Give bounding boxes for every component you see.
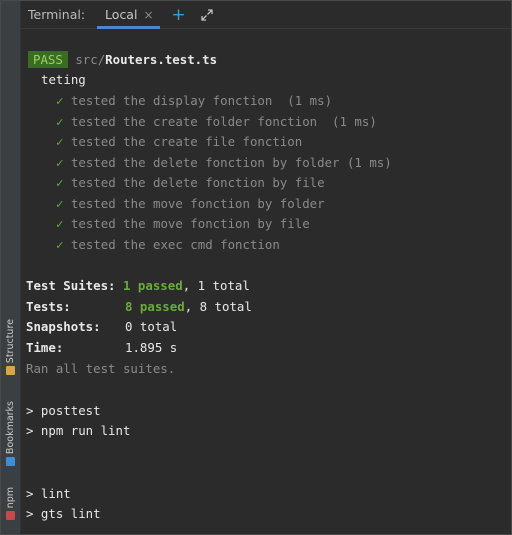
tests-passed: 8 passed <box>125 299 185 314</box>
summary-snapshots: Snapshots: 0 total <box>26 318 177 335</box>
npm-tab[interactable]: npm <box>2 487 19 521</box>
terminal-tab-bar: Terminal: Local × + <box>20 1 511 29</box>
check-icon: ✓ <box>56 155 64 170</box>
new-tab-icon[interactable]: + <box>170 6 188 24</box>
npm-icon <box>6 511 15 521</box>
suites-label: Test Suites: <box>26 278 116 293</box>
suites-passed: 1 passed <box>123 278 183 293</box>
summary-suites: Test Suites: 1 passed, 1 total <box>26 277 250 294</box>
structure-icon <box>6 366 15 376</box>
test-name: tested the move fonction by file <box>70 216 310 231</box>
command-line: > gts lint <box>26 506 101 521</box>
terminal-window: Structure Bookmarks npm Terminal: Local … <box>0 0 512 535</box>
test-name: tested the exec cmd fonction <box>70 237 280 252</box>
summary-tests: Tests: 8 passed, 8 total <box>26 298 252 315</box>
tab-local-label: Local <box>105 7 138 22</box>
check-icon: ✓ <box>56 216 64 231</box>
command-line: > posttest <box>26 403 101 418</box>
ran-all-text: Ran all test suites. <box>26 361 176 376</box>
tests-label: Tests: <box>26 299 71 314</box>
command-line: > npm run lint <box>26 423 131 438</box>
structure-tab[interactable]: Structure <box>2 319 19 376</box>
close-icon[interactable]: × <box>143 8 153 22</box>
test-name: tested the move fonction by folder <box>70 196 325 211</box>
test-name: tested the delete fonction by folder (1 … <box>70 155 392 170</box>
summary-time: Time: 1.895 s <box>26 339 177 356</box>
check-icon: ✓ <box>56 93 64 108</box>
suite-name: teting <box>41 72 86 87</box>
terminal-title: Terminal: <box>28 7 86 22</box>
bookmarks-tab-label: Bookmarks <box>5 401 16 455</box>
test-result-line: ✓ tested the delete fonction by folder (… <box>56 154 392 171</box>
test-file-line: PASS src/Routers.test.ts <box>26 51 217 68</box>
test-result-line: ✓ tested the exec cmd fonction <box>56 236 280 253</box>
tests-total: , 8 total <box>184 299 252 314</box>
snapshots-value: 0 total <box>125 319 178 334</box>
test-name: tested the delete fonction by file <box>70 175 325 190</box>
test-result-line: ✓ tested the delete fonction by file <box>56 174 325 191</box>
check-icon: ✓ <box>56 134 64 149</box>
suites-total: , 1 total <box>182 278 250 293</box>
structure-tab-label: Structure <box>5 319 16 364</box>
check-icon: ✓ <box>56 175 64 190</box>
command-line: > lint <box>26 486 71 501</box>
file-path-prefix: src/ <box>75 52 106 67</box>
pass-badge: PASS <box>28 51 68 68</box>
test-result-line: ✓ tested the move fonction by folder <box>56 195 325 212</box>
test-name: tested the display fonction (1 ms) <box>70 93 333 108</box>
test-file-name: Routers.test.ts <box>105 52 218 67</box>
check-icon: ✓ <box>56 196 64 211</box>
test-result-line: ✓ tested the display fonction (1 ms) <box>56 92 332 109</box>
terminal-output[interactable]: PASS src/Routers.test.ts teting ✓ tested… <box>26 47 507 521</box>
bookmark-icon <box>6 457 15 467</box>
tab-local[interactable]: Local × <box>97 1 160 29</box>
expand-icon[interactable] <box>198 6 216 24</box>
test-result-line: ✓ tested the move fonction by file <box>56 215 310 232</box>
test-result-line: ✓ tested the create folder fonction (1 m… <box>56 113 377 130</box>
test-name: tested the create folder fonction (1 ms) <box>70 114 377 129</box>
test-name: tested the create file fonction <box>70 134 303 149</box>
check-icon: ✓ <box>56 237 64 252</box>
bookmarks-tab[interactable]: Bookmarks <box>2 401 19 467</box>
time-value: 1.895 s <box>125 340 178 355</box>
snapshots-label: Snapshots: <box>26 319 101 334</box>
npm-tab-label: npm <box>5 487 16 509</box>
check-icon: ✓ <box>56 114 64 129</box>
time-label: Time: <box>26 340 64 355</box>
tool-window-strip: Structure Bookmarks npm <box>1 1 21 534</box>
test-result-line: ✓ tested the create file fonction <box>56 133 302 150</box>
